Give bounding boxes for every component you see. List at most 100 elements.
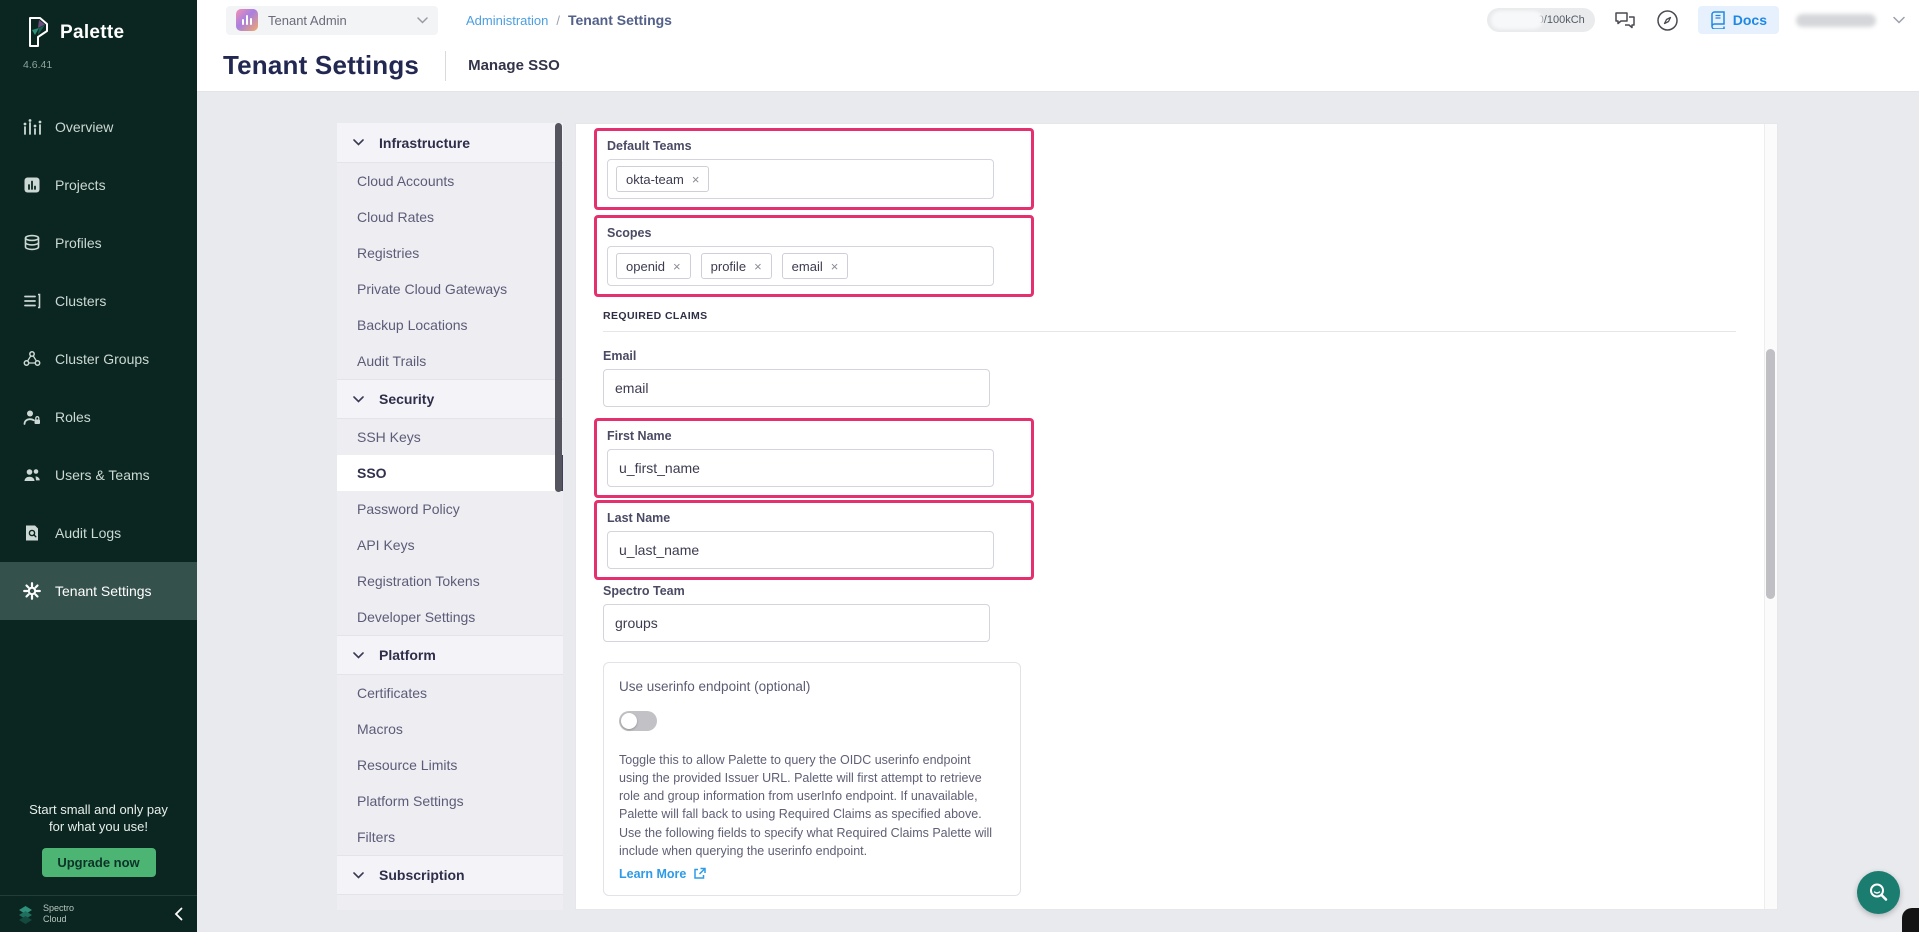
tag-okta-team: okta-team ×: [616, 166, 709, 192]
breadcrumb-administration[interactable]: Administration: [466, 13, 548, 28]
sidebar: Palette 4.6.41 Overview Projects Profile…: [0, 0, 197, 932]
usage-counter-value: 0/100kCh: [1538, 14, 1585, 26]
panel-scrollbar-thumb[interactable]: [1766, 349, 1775, 599]
overview-icon: [22, 117, 42, 137]
required-claims-heading: REQUIRED CLAIMS: [603, 310, 1736, 322]
last-name-input[interactable]: [607, 531, 994, 569]
first-name-input[interactable]: [607, 449, 994, 487]
docs-button[interactable]: Docs: [1698, 6, 1779, 34]
help-icon[interactable]: [1655, 7, 1681, 33]
breadcrumb-current: Tenant Settings: [568, 12, 672, 28]
support-chat-button[interactable]: [1857, 871, 1900, 914]
corner-overlay: [1902, 908, 1919, 932]
breadcrumb-separator: /: [556, 13, 560, 28]
tab-manage-sso[interactable]: Manage SSO: [468, 57, 560, 74]
usage-blur: [1491, 11, 1543, 29]
sso-form: Default Teams okta-team × Scopes openid …: [576, 124, 1736, 905]
promo-text-line2: for what you use!: [10, 818, 187, 836]
settings-item-sso[interactable]: SSO: [337, 455, 563, 491]
sso-form-panel: Default Teams okta-team × Scopes openid …: [575, 123, 1778, 910]
remove-tag-icon[interactable]: ×: [831, 259, 839, 274]
highlight-first-name: First Name: [594, 418, 1034, 498]
chat-icon[interactable]: [1612, 7, 1638, 33]
settings-group-security[interactable]: Security: [337, 379, 563, 419]
settings-group-infrastructure[interactable]: Infrastructure: [337, 123, 563, 163]
sidebar-item-label: Roles: [55, 409, 91, 425]
logo-text: Palette: [60, 22, 124, 44]
settings-item-certificates[interactable]: Certificates: [337, 675, 563, 711]
support-chat-icon: [1867, 881, 1891, 905]
spectro-cloud-logo-icon: [16, 905, 35, 924]
sidebar-nav: Overview Projects Profiles Clusters Clus…: [0, 98, 197, 620]
settings-nav-scrollbar[interactable]: [555, 123, 562, 492]
spectro-team-input[interactable]: [603, 604, 990, 642]
settings-item-platform-settings[interactable]: Platform Settings: [337, 783, 563, 819]
first-name-label: First Name: [607, 429, 1021, 443]
remove-tag-icon[interactable]: ×: [692, 172, 700, 187]
settings-item-private-cloud-gateways[interactable]: Private Cloud Gateways: [337, 271, 563, 307]
brand-name-line2: Cloud: [43, 914, 166, 925]
panel-scrollbar-track[interactable]: [1764, 124, 1777, 909]
sidebar-item-audit-logs[interactable]: Audit Logs: [0, 504, 197, 562]
upgrade-now-button[interactable]: Upgrade now: [42, 848, 156, 877]
settings-item-ssh-keys[interactable]: SSH Keys: [337, 419, 563, 455]
default-teams-input[interactable]: okta-team ×: [607, 159, 994, 199]
remove-tag-icon[interactable]: ×: [754, 259, 762, 274]
settings-item-filters[interactable]: Filters: [337, 819, 563, 855]
settings-group-label: Security: [379, 391, 434, 407]
settings-group-subscription[interactable]: Subscription: [337, 855, 563, 895]
user-menu-chevron-icon[interactable]: [1893, 16, 1905, 24]
sidebar-item-profiles[interactable]: Profiles: [0, 214, 197, 272]
settings-item-audit-trails[interactable]: Audit Trails: [337, 343, 563, 379]
chevron-down-icon: [353, 872, 364, 879]
settings-item-developer-settings[interactable]: Developer Settings: [337, 599, 563, 635]
chevron-left-icon: [174, 907, 183, 921]
clusters-icon: [22, 291, 42, 311]
sidebar-collapse-button[interactable]: [174, 907, 183, 921]
brand-name: Spectro Cloud: [43, 903, 166, 926]
chevron-down-icon: [417, 17, 428, 24]
sidebar-item-label: Projects: [55, 177, 106, 193]
logo[interactable]: Palette: [0, 0, 197, 49]
brand-row: Spectro Cloud: [0, 895, 197, 932]
sidebar-item-projects[interactable]: Projects: [0, 156, 197, 214]
settings-item-macros[interactable]: Macros: [337, 711, 563, 747]
remove-tag-icon[interactable]: ×: [673, 259, 681, 274]
tag-label: okta-team: [626, 172, 684, 187]
title-divider: [445, 51, 446, 81]
settings-item-backup-locations[interactable]: Backup Locations: [337, 307, 563, 343]
sidebar-item-clusters[interactable]: Clusters: [0, 272, 197, 330]
scopes-input[interactable]: openid × profile × email ×: [607, 246, 994, 286]
topbar-actions: 0/100kCh Docs: [1487, 0, 1905, 40]
settings-item-resource-limits[interactable]: Resource Limits: [337, 747, 563, 783]
sidebar-item-tenant-settings[interactable]: Tenant Settings: [0, 562, 197, 620]
roles-icon: [22, 407, 42, 427]
settings-item-registration-tokens[interactable]: Registration Tokens: [337, 563, 563, 599]
learn-more-link[interactable]: Learn More: [619, 867, 1005, 881]
settings-item-cloud-rates[interactable]: Cloud Rates: [337, 199, 563, 235]
sidebar-item-users-teams[interactable]: Users & Teams: [0, 446, 197, 504]
tenant-admin-icon: [236, 9, 258, 31]
settings-group-label: Platform: [379, 647, 436, 663]
breadcrumb: Administration / Tenant Settings: [466, 12, 672, 28]
section-divider: [603, 331, 1736, 332]
cluster-groups-icon: [22, 349, 42, 369]
sidebar-item-overview[interactable]: Overview: [0, 98, 197, 156]
sidebar-item-cluster-groups[interactable]: Cluster Groups: [0, 330, 197, 388]
tag-email: email ×: [782, 253, 849, 279]
topbar: Tenant Admin Administration / Tenant Set…: [197, 0, 1919, 40]
tag-label: email: [792, 259, 823, 274]
sidebar-item-roles[interactable]: Roles: [0, 388, 197, 446]
settings-item-api-keys[interactable]: API Keys: [337, 527, 563, 563]
projects-icon: [22, 175, 42, 195]
settings-item-cloud-accounts[interactable]: Cloud Accounts: [337, 163, 563, 199]
sidebar-item-label: Users & Teams: [55, 467, 150, 483]
project-selector[interactable]: Tenant Admin: [226, 6, 438, 35]
user-menu-redacted[interactable]: [1796, 14, 1876, 27]
email-input[interactable]: [603, 369, 990, 407]
settings-item-password-policy[interactable]: Password Policy: [337, 491, 563, 527]
palette-logo-icon: [24, 16, 51, 49]
settings-group-platform[interactable]: Platform: [337, 635, 563, 675]
settings-item-registries[interactable]: Registries: [337, 235, 563, 271]
userinfo-endpoint-toggle[interactable]: [619, 711, 657, 731]
